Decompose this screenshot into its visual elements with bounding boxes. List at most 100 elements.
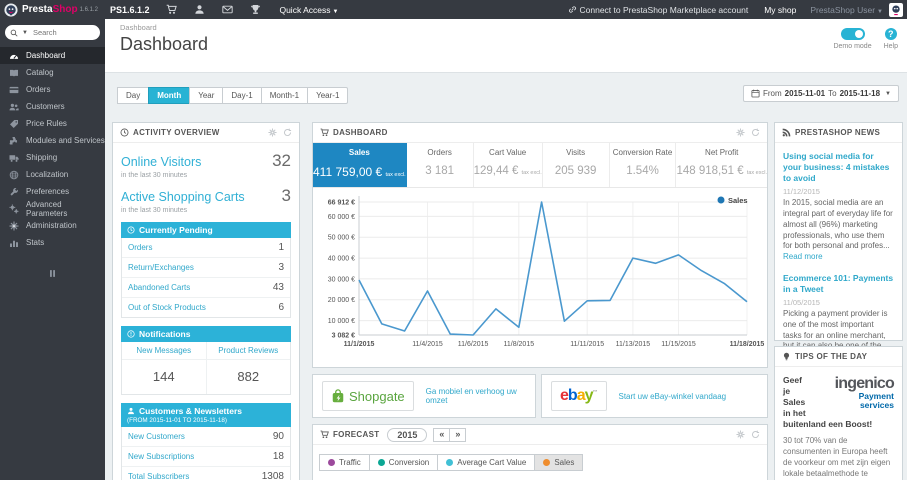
customers-section-header: Customers & Newsletters (FROM 2015-11-01… (121, 403, 291, 427)
stat-row[interactable]: New Customers 90 (122, 427, 290, 447)
svg-text:11/13/2015: 11/13/2015 (616, 341, 651, 348)
range-button[interactable]: Day (117, 87, 150, 104)
forecast-tab[interactable]: Average Cart Value (437, 454, 536, 471)
clock-icon (120, 128, 129, 137)
panel-title: DASHBOARD (333, 128, 388, 137)
sidebar-item[interactable]: Localization (0, 166, 105, 183)
range-button[interactable]: Month-1 (260, 87, 309, 104)
ebay-banner[interactable]: ebay™ Start uw eBay-winkel vandaag (541, 374, 768, 418)
stat-row[interactable]: Orders 1 (122, 238, 290, 258)
stat-row[interactable]: Return/Exchanges 3 (122, 258, 290, 278)
marketplace-link[interactable]: Connect to PrestaShop Marketplace accoun… (568, 5, 748, 15)
gear-icon[interactable] (268, 128, 277, 137)
read-more-link[interactable]: Read more (783, 252, 823, 261)
kpi-tile[interactable]: Visits 205 939 (543, 143, 610, 187)
sidebar-item[interactable]: Modules and Services (0, 132, 105, 149)
big-stat-link[interactable]: Online Visitors (121, 155, 201, 169)
stat-row[interactable]: Abandoned Carts 43 (122, 278, 290, 298)
dashboard-panel: DASHBOARD Sales 411 759,00 € tax excl. O… (312, 122, 768, 368)
user-avatar[interactable] (889, 2, 903, 17)
help-control[interactable]: ? Help (884, 28, 898, 50)
kpi-tile[interactable]: Conversion Rate 1.54% (610, 143, 677, 187)
forecast-year[interactable]: 2015 (387, 427, 428, 442)
shopgate-link[interactable]: Ga mobiel en verhoog uw omzet (426, 387, 526, 405)
refresh-icon[interactable] (751, 430, 760, 439)
svg-text:11/4/2015: 11/4/2015 (412, 341, 443, 348)
svg-text:60 000 €: 60 000 € (328, 214, 355, 221)
big-stat-link[interactable]: Active Shopping Carts (121, 190, 245, 204)
sidebar-item[interactable]: Preferences (0, 183, 105, 200)
big-stats: Online Visitors 32 in the last 30 minute… (121, 151, 291, 214)
kpi-tile[interactable]: Sales 411 759,00 € tax excl. (313, 143, 407, 187)
stat-row[interactable]: Out of Stock Products 6 (122, 298, 290, 317)
help-label: Help (883, 43, 898, 50)
chevron-down-icon[interactable]: ▼ (22, 30, 28, 36)
big-stat: Active Shopping Carts 3 in the last 30 m… (121, 186, 291, 214)
kpi-tile[interactable]: Net Profit 148 918,51 € tax excl. (676, 143, 767, 187)
sidebar-item[interactable]: Shipping (0, 149, 105, 166)
sales-line-chart[interactable]: 11/1/2015 11/4/2015 11/6/2015 11/8/2015 11/1… (313, 190, 767, 366)
help-icon[interactable]: ? (884, 28, 897, 40)
tags-icon (9, 119, 19, 129)
shopgate-banner[interactable]: Shopgate Ga mobiel en verhoog uw omzet (312, 374, 536, 418)
sidebar-item-label: Preferences (26, 187, 70, 196)
sidebar-item[interactable]: Catalog (0, 64, 105, 81)
page-header: Dashboard Dashboard Demo mode ? Help (105, 19, 907, 73)
sidebar-collapse-button[interactable] (0, 265, 105, 283)
ebay-link[interactable]: Start uw eBay-winkel vandaag (619, 392, 727, 401)
news-title-link[interactable]: Ecommerce 101: Payments in a Tweet (783, 273, 894, 295)
user-menu[interactable]: PrestaShop User ▼ (810, 5, 883, 15)
range-button[interactable]: Day-1 (222, 87, 262, 104)
sidebar-search[interactable]: ▼ (5, 25, 100, 40)
my-shop-link[interactable]: My shop (764, 5, 796, 15)
range-button[interactable]: Year-1 (307, 87, 349, 104)
forecast-tab[interactable]: Sales (534, 454, 584, 471)
forecast-tab[interactable]: Conversion (368, 454, 439, 471)
sidebar-item[interactable]: Administration (0, 217, 105, 234)
truck-icon (9, 153, 19, 163)
demo-mode-control[interactable]: Demo mode (833, 28, 872, 50)
svg-text:11/15/2015: 11/15/2015 (661, 341, 696, 348)
sidebar-item[interactable]: Customers (0, 98, 105, 115)
demo-mode-toggle[interactable] (840, 28, 865, 40)
sidebar-item[interactable]: Price Rules (0, 115, 105, 132)
topbar-shortcut-icon[interactable] (194, 4, 205, 15)
forecast-tab[interactable]: Traffic (319, 454, 370, 471)
topbar-shortcut-icon[interactable] (166, 4, 178, 15)
prestashop-news-panel: PRESTASHOP NEWS Using social media for y… (774, 122, 903, 397)
refresh-icon[interactable] (283, 128, 292, 137)
sidebar-item[interactable]: Stats (0, 234, 105, 251)
kpi-tile[interactable]: Orders 3 181 (407, 143, 474, 187)
range-button[interactable]: Year (189, 87, 224, 104)
series-color-dot (543, 459, 551, 466)
gear-icon[interactable] (736, 430, 745, 439)
book-icon (9, 68, 19, 78)
notification-cell[interactable]: New Messages 144 (122, 342, 206, 394)
sidebar-item[interactable]: Dashboard (0, 47, 105, 64)
next-year-button[interactable]: » (449, 427, 467, 442)
notification-cell[interactable]: Product Reviews 882 (205, 342, 290, 394)
breadcrumb[interactable]: Dashboard (105, 19, 907, 32)
svg-text:11/1/2015: 11/1/2015 (344, 341, 375, 348)
range-button[interactable]: Month (148, 87, 191, 104)
gear-icon[interactable] (736, 128, 745, 137)
previous-year-button[interactable]: « (433, 427, 451, 442)
search-input[interactable] (32, 28, 95, 37)
sidebar-item[interactable]: Orders (0, 81, 105, 98)
topbar-shortcut-icon[interactable] (222, 4, 234, 15)
stat-row[interactable]: Total Subscribers 1308 (122, 467, 290, 480)
sidebar-menu: Dashboard Catalog Orders Customers Price… (0, 47, 105, 251)
svg-text:40 000 €: 40 000 € (328, 256, 355, 263)
quick-access-menu[interactable]: Quick Access ▼ (279, 5, 338, 15)
refresh-icon[interactable] (751, 128, 760, 137)
news-title-link[interactable]: Using social media for your business: 4 … (783, 151, 894, 184)
sidebar-item[interactable]: Advanced Parameters (0, 200, 105, 218)
customers-rows: New Customers 90 New Subscriptions 18 Total … (121, 427, 291, 480)
stat-row[interactable]: New Subscriptions 18 (122, 447, 290, 467)
sidebar-item-label: Localization (26, 170, 69, 179)
date-range-picker[interactable]: From 2015-11-01 To 2015-11-18 ▼ (742, 85, 899, 102)
kpi-tile[interactable]: Cart Value 129,44 € tax excl. (474, 143, 543, 187)
topbar-shortcut-icon[interactable] (250, 4, 261, 15)
series-color-dot (377, 459, 385, 466)
card-icon (9, 85, 19, 95)
